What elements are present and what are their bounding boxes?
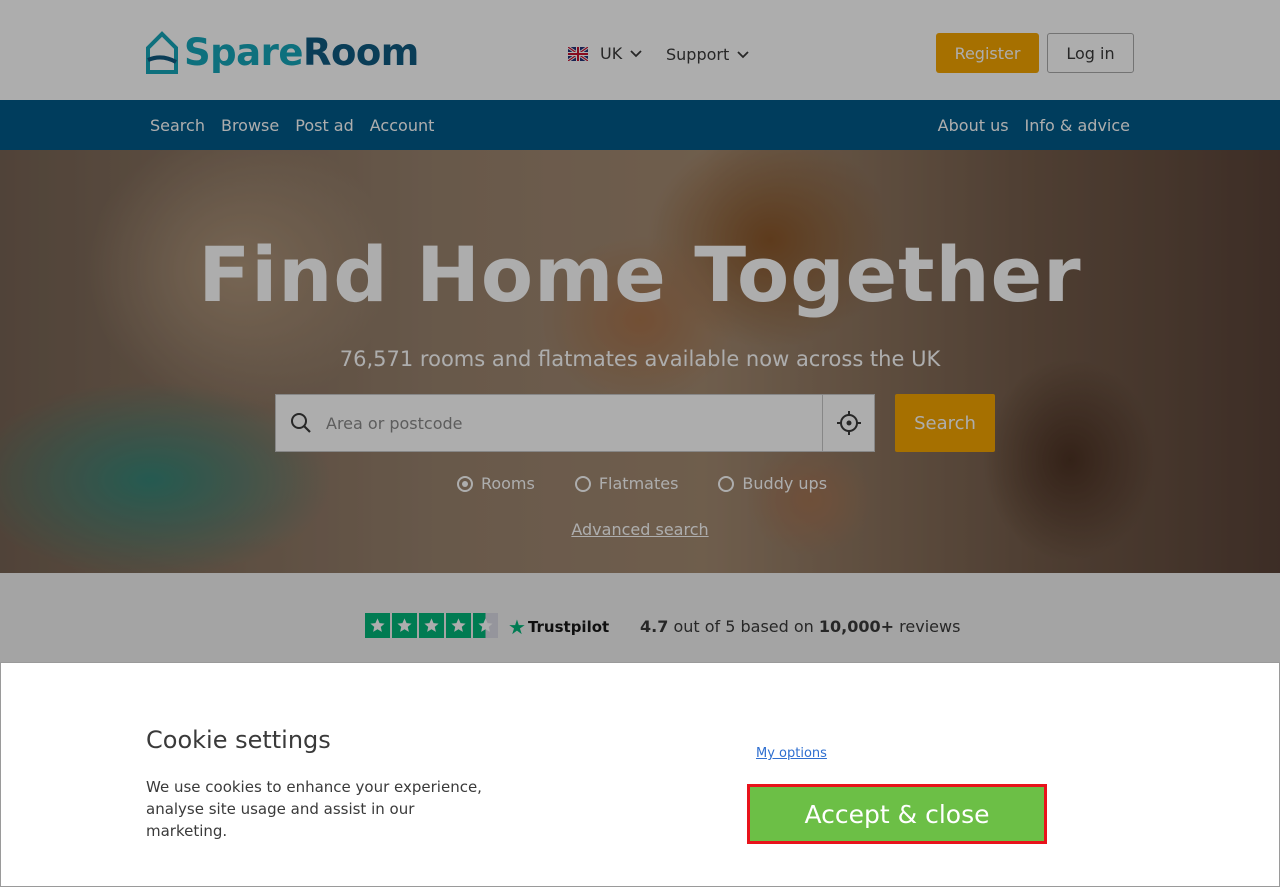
accept-close-button[interactable]: Accept & close <box>747 784 1047 844</box>
cookie-title: Cookie settings <box>146 726 331 754</box>
cookie-description: We use cookies to enhance your experienc… <box>146 778 482 840</box>
my-options-link[interactable]: My options <box>756 746 827 761</box>
modal-backdrop <box>0 0 1280 662</box>
cookie-banner: Cookie settings We use cookies to enhanc… <box>0 662 1280 887</box>
